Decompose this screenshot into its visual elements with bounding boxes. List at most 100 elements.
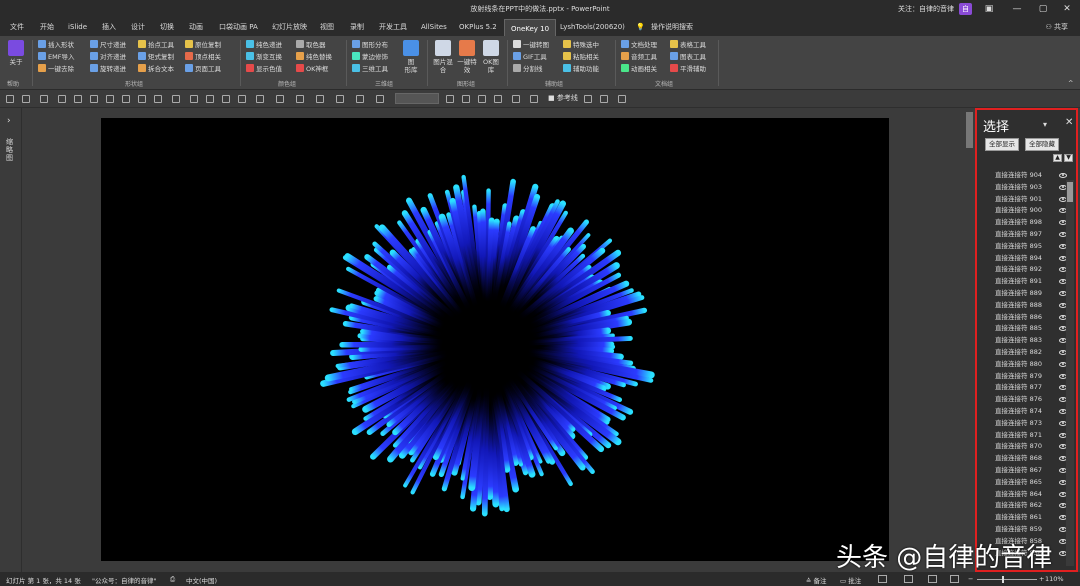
avatar[interactable]: 自 [959,3,972,15]
tab-lyshtools[interactable]: LyshTools(200620) [560,18,625,36]
list-item[interactable]: 直接连接符 885 [981,323,1069,335]
collapse-ribbon-icon[interactable]: ^ [1068,78,1073,88]
hide-all-button[interactable]: 全部隐藏 [1025,138,1059,151]
smooth-assist-button[interactable]: 平滑辅助 [670,64,706,74]
show-color-button[interactable]: 显示色值 [246,64,282,74]
edge-decorate-button[interactable]: 蒙边修饰 [352,52,388,62]
notes-button[interactable]: ≙ 备注 [806,575,827,585]
list-item[interactable]: 直接连接符 889 [981,288,1069,300]
table-tools-button[interactable]: 表格工具 [670,40,706,50]
list-item[interactable]: 直接连接符 892 [981,264,1069,276]
slide-sorter-icon[interactable] [904,575,913,583]
reading-view-icon[interactable] [928,575,937,583]
list-item[interactable]: 直接连接符 901 [981,194,1069,206]
close-button[interactable]: ✕ [1060,2,1074,16]
tell-me-search[interactable]: 操作说明搜索 [651,18,693,36]
restore-button[interactable]: ▢ [1036,2,1050,16]
accessibility-icon[interactable]: ⎙ [170,575,175,584]
list-item[interactable]: 直接连接符 874 [981,406,1069,418]
eye-icon[interactable] [1059,173,1067,178]
tab-slideshow[interactable]: 幻灯片放映 [272,18,307,36]
language-indicator[interactable]: 中文(中国) [186,575,217,585]
align-left-icon[interactable] [276,95,284,103]
text-icon[interactable] [138,95,146,103]
redo-icon[interactable] [40,95,48,103]
zoom-slider-track[interactable] [977,579,1037,580]
more-icon[interactable] [530,95,538,103]
list-item[interactable]: 直接连接符 900 [981,205,1069,217]
ok-gallery-button[interactable]: OK图库 [480,40,502,74]
zoom-out-button[interactable]: − [968,575,973,583]
list-item[interactable]: 直接连接符 877 [981,382,1069,394]
gradient-swap-button[interactable]: 渐变互换 [246,52,282,62]
about-button[interactable]: 关于 [5,40,27,66]
ribbon-display-icon[interactable]: ▣ [982,2,996,16]
distribute-icon[interactable] [316,95,324,103]
list-item[interactable]: 直接连接符 898 [981,217,1069,229]
chart-tools-button[interactable]: 图表工具 [670,52,706,62]
image-blend-button[interactable]: 图片混合 [432,40,454,74]
list-item[interactable]: 直接连接符 861 [981,512,1069,524]
tab-insert[interactable]: 插入 [102,18,116,36]
merge-icon[interactable] [376,95,384,103]
slide[interactable] [101,118,889,561]
list-item[interactable]: 直接连接符 870 [981,441,1069,453]
table-icon[interactable] [494,95,502,103]
list-item[interactable]: 直接连接符 873 [981,418,1069,430]
copy-icon[interactable] [238,95,246,103]
tab-okplus[interactable]: OKPlus 5.2 [459,18,497,36]
solid-step-button[interactable]: 纯色递进 [246,40,282,50]
guides-toggle[interactable]: ■ 参考线 [548,93,578,103]
share-button[interactable]: ⚇ 共享 [1045,18,1068,36]
list-item[interactable]: 直接连接符 871 [981,430,1069,442]
remove-button[interactable]: 一键去除 [38,64,74,74]
pane-scrollbar-thumb[interactable] [1067,182,1073,202]
customize-icon[interactable] [618,95,626,103]
zoom-slider-thumb[interactable] [1002,576,1004,583]
in-place-copy-button[interactable]: 原位复制 [185,40,221,50]
pick-point-button[interactable]: 拾点工具 [138,40,174,50]
list-item[interactable]: 直接连接符 868 [981,453,1069,465]
zoom-level[interactable]: 110% [1045,575,1064,583]
list-item[interactable]: 直接连接符 882 [981,347,1069,359]
list-item[interactable]: 直接连接符 888 [981,300,1069,312]
list-item[interactable]: 直接连接符 886 [981,312,1069,324]
zoom-in-button[interactable]: + [1039,575,1044,583]
arrange-icon[interactable] [356,95,364,103]
list-item[interactable]: 直接连接符 897 [981,229,1069,241]
animation-related-button[interactable]: 动画相关 [621,64,657,74]
list-item[interactable]: 直接连接符 864 [981,489,1069,501]
vertex-button[interactable]: 顶点相关 [185,52,221,62]
align-center-icon[interactable] [296,95,304,103]
slideshow-icon[interactable] [950,575,959,583]
tab-allsites[interactable]: AllSites [421,18,447,36]
tab-pocket-animation[interactable]: 口袋动画 PA [219,18,258,36]
rotate-step-button[interactable]: 旋转递进 [90,64,126,74]
shape-icon[interactable] [122,95,130,103]
shape-distribute-button[interactable]: 图形分布 [352,40,388,50]
align-step-button[interactable]: 对齐递进 [90,52,126,62]
list-item[interactable]: 直接连接符 880 [981,359,1069,371]
align-icon[interactable] [74,95,82,103]
tab-transitions[interactable]: 切换 [160,18,174,36]
tab-design[interactable]: 设计 [131,18,145,36]
assist-functions-button[interactable]: 辅助功能 [563,64,599,74]
list-item[interactable]: 直接连接符 894 [981,253,1069,265]
eyedropper-icon[interactable] [512,95,520,103]
solid-replace-button[interactable]: 纯色替换 [296,52,332,62]
tab-islide[interactable]: iSlide [68,18,87,36]
list-item[interactable]: 直接连接符 865 [981,477,1069,489]
image-icon[interactable] [90,95,98,103]
group-icon[interactable] [190,95,198,103]
list-item[interactable]: 直接连接符 862 [981,500,1069,512]
outline-icon[interactable] [222,95,230,103]
size-step-button[interactable]: 尺寸递进 [90,40,126,50]
eyedropper-button[interactable]: 取色器 [296,40,326,50]
comments-button[interactable]: ▭ 批注 [840,575,861,585]
list-item[interactable]: 直接连接符 859 [981,524,1069,536]
matrix-copy-button[interactable]: 矩式复制 [138,52,174,62]
minimize-button[interactable]: — [1010,2,1024,16]
pin-icon[interactable] [584,95,592,103]
list-item[interactable]: 直接连接符 883 [981,335,1069,347]
list-item[interactable]: 直接连接符 876 [981,394,1069,406]
